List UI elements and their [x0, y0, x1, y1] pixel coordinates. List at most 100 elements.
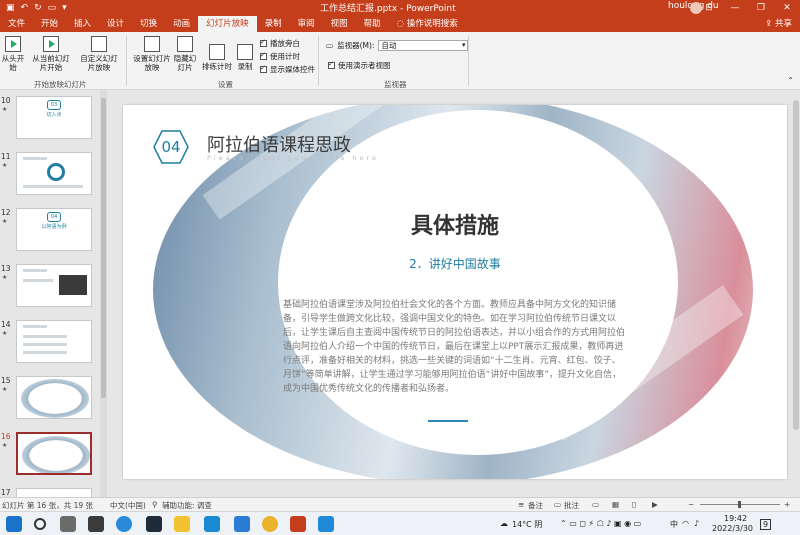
search-icon[interactable]	[34, 518, 46, 530]
wifi-icon[interactable]: ◠	[682, 519, 689, 528]
window-controls: ⊟ — ❐ ✕	[696, 0, 800, 16]
slide-sorter-icon[interactable]: ▦	[612, 500, 619, 509]
monitor-selector: ▭ 监视器(M): 自动	[326, 40, 469, 51]
monitor-dropdown[interactable]: 自动	[378, 40, 469, 51]
clock-time[interactable]: 19:42	[724, 514, 747, 523]
share-button[interactable]: ⇪ 共享	[765, 16, 792, 32]
minimize-icon[interactable]: —	[722, 0, 748, 16]
show-media-controls-checkbox[interactable]: 显示媒体控件	[260, 64, 315, 75]
ribbon-tabs: 文件 开始 插入 设计 切换 动画 幻灯片放映 录制 审阅 视图 帮助 ◌ 操作…	[0, 16, 800, 32]
save-icon[interactable]: ▣	[6, 3, 15, 13]
thumbnail-text-line	[23, 351, 67, 354]
tab-record[interactable]: 录制	[257, 16, 290, 32]
from-beginning-button[interactable]: 从头开始	[0, 36, 26, 72]
feishu-icon[interactable]	[234, 516, 250, 532]
slide-thumbnail[interactable]: 13 ★	[0, 264, 108, 316]
body-paragraph[interactable]: 基础阿拉伯语课堂涉及阿拉伯社会文化的各个方面。教师应具备中阿方文化的知识储备，引…	[283, 298, 628, 396]
customize-qat-icon[interactable]: ▾	[62, 3, 67, 13]
slide-number: 11	[1, 152, 11, 161]
collapse-ribbon-icon[interactable]: ⌃	[787, 76, 794, 85]
slide-thumbnail[interactable]: 14 ★	[0, 320, 108, 372]
tab-animations[interactable]: 动画	[165, 16, 198, 32]
reading-view-icon[interactable]: ▯	[632, 500, 636, 509]
tab-insert[interactable]: 插入	[66, 16, 99, 32]
slide-thumbnail[interactable]: 10 ★ 03 切入点	[0, 96, 108, 148]
zoom-in-icon[interactable]: +	[784, 500, 790, 509]
terminal-icon[interactable]	[146, 516, 162, 532]
tab-file[interactable]: 文件	[0, 16, 33, 32]
tab-help[interactable]: 帮助	[356, 16, 389, 32]
use-timings-checkbox[interactable]: 使用计时	[260, 51, 300, 62]
tab-design[interactable]: 设计	[99, 16, 132, 32]
slide-thumbnail[interactable]: 15 ★	[0, 376, 108, 428]
weather-text[interactable]: 14°C 阴	[512, 519, 542, 530]
thumbnail-badge: 04	[47, 212, 61, 222]
powerpoint-icon[interactable]	[290, 516, 306, 532]
tab-home[interactable]: 开始	[33, 16, 66, 32]
ribbon-display-icon[interactable]: ⊟	[696, 0, 722, 16]
transition-star-icon: ★	[2, 386, 8, 393]
hide-slide-button[interactable]: 隐藏幻灯片	[172, 36, 198, 72]
hide-slide-icon	[177, 36, 193, 52]
accessibility-status[interactable]: 辅助功能: 调查	[162, 500, 212, 511]
tell-me-search[interactable]: ◌ 操作说明搜索	[389, 16, 466, 32]
slideshow-view-icon[interactable]: ▶	[652, 500, 658, 509]
setup-show-button[interactable]: 设置幻灯片放映	[132, 36, 172, 72]
start-group-label: 开始放映幻灯片	[34, 80, 87, 89]
record-button[interactable]: 录制	[234, 44, 256, 71]
notification-badge[interactable]: 9	[760, 519, 772, 530]
comments-icon: ▭	[554, 500, 562, 509]
tencent-meeting-icon[interactable]	[318, 516, 334, 532]
close-icon[interactable]: ✕	[774, 0, 800, 16]
record-label: 录制	[237, 62, 253, 71]
edge-icon[interactable]	[116, 516, 132, 532]
tray-icons[interactable]: ⌃ ▭ ◻ ⚡ ☖ ♪ ▣ ◉ ▭	[560, 519, 641, 528]
tab-transitions[interactable]: 切换	[132, 16, 165, 32]
ime-indicator[interactable]: 中	[670, 519, 678, 530]
current-slide[interactable]: 04 阿拉伯语课程思政 Please input your title here…	[123, 105, 787, 479]
comments-button[interactable]: 批注	[564, 500, 579, 511]
zoom-slider[interactable]	[700, 501, 780, 508]
file-explorer-icon[interactable]	[174, 516, 190, 532]
windows-taskbar: ☁ 14°C 阴 ⌃ ▭ ◻ ⚡ ☖ ♪ ▣ ◉ ▭ 中 ◠ ♪ 19:42 2…	[0, 511, 800, 535]
clock-date[interactable]: 2022/3/30	[712, 524, 753, 533]
slide-thumbnail[interactable]: 11 ★	[0, 152, 108, 204]
play-narrations-checkbox[interactable]: 播放旁白	[260, 38, 300, 49]
tab-review[interactable]: 审阅	[290, 16, 323, 32]
thumbnail-scrollbar[interactable]	[100, 90, 107, 497]
scrollbar-handle[interactable]	[793, 100, 799, 430]
windows-start-icon[interactable]	[6, 516, 22, 532]
volume-icon[interactable]: ♪	[694, 519, 699, 528]
notes-button[interactable]: 备注	[528, 500, 543, 511]
monitor-group-label: 监视器	[384, 80, 407, 89]
quick-access-toolbar: ▣ ↶ ↻ ▭ ▾	[0, 3, 67, 13]
section-heading: 具体措施	[410, 214, 499, 239]
ribbon: 从头开始 从当前幻灯片开始 自定义幻灯片放映 开始放映幻灯片 设置幻灯片放映 隐…	[0, 32, 800, 90]
zoom-out-icon[interactable]: −	[688, 500, 694, 509]
accent-divider	[428, 420, 468, 422]
custom-show-button[interactable]: 自定义幻灯片放映	[78, 36, 120, 72]
thumbnail-badge: 03	[47, 100, 61, 110]
mail-icon[interactable]	[204, 516, 220, 532]
language-indicator[interactable]: 中文(中国)	[110, 500, 146, 511]
slide-number: 17	[1, 488, 11, 497]
slide-thumbnail[interactable]: 17	[0, 488, 108, 497]
maximize-icon[interactable]: ❐	[748, 0, 774, 16]
redo-icon[interactable]: ↻	[34, 3, 42, 13]
task-view-icon[interactable]	[60, 516, 76, 532]
undo-icon[interactable]: ↶	[21, 3, 29, 13]
tab-slideshow[interactable]: 幻灯片放映	[198, 16, 257, 32]
normal-view-icon[interactable]: ▭	[592, 500, 599, 509]
slide-thumbnail[interactable]: 12 ★ 04 以阿语为例	[0, 208, 108, 260]
tab-view[interactable]: 视图	[323, 16, 356, 32]
widgets-icon[interactable]	[88, 516, 104, 532]
setup-group-label: 设置	[218, 80, 233, 89]
from-current-button[interactable]: 从当前幻灯片开始	[30, 36, 72, 72]
slideshow-icon[interactable]: ▭	[48, 3, 57, 13]
rehearse-button[interactable]: 排练计时	[202, 44, 232, 71]
presenter-view-checkbox[interactable]: 使用演示者视图	[328, 60, 391, 71]
chrome-icon[interactable]	[262, 516, 278, 532]
slide-scrollbar[interactable]	[792, 90, 800, 497]
scrollbar-handle[interactable]	[101, 98, 106, 398]
slide-thumbnail-selected[interactable]: 16 ★	[0, 432, 108, 484]
